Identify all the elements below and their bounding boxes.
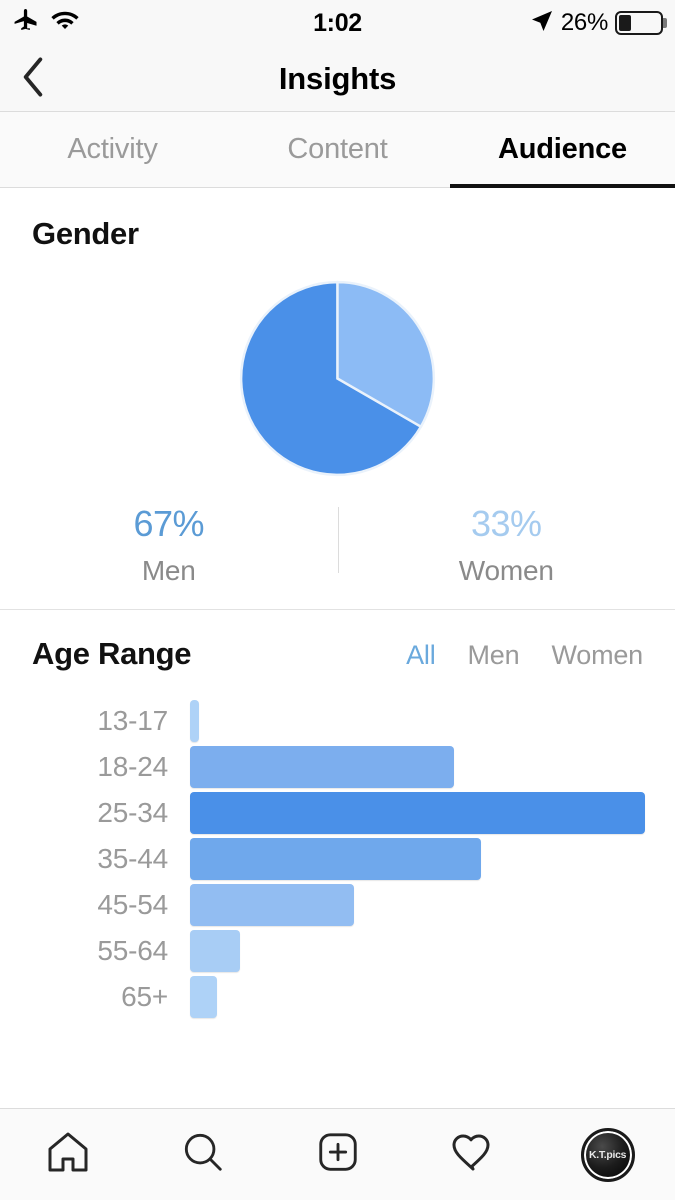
location-arrow-icon (530, 9, 554, 38)
battery-percent-label: 26% (560, 9, 608, 36)
age-bar-fill (190, 976, 218, 1018)
age-bar-fill (190, 884, 354, 926)
gender-legend-divider (337, 507, 339, 573)
age-bar-label: 55-64 (97, 935, 168, 966)
nav-activity-button[interactable] (405, 1128, 540, 1181)
age-bar-fill (190, 746, 454, 788)
chevron-left-icon (18, 55, 48, 104)
gender-women-label: Women (458, 555, 554, 586)
tab-activity[interactable]: Activity (0, 112, 225, 187)
back-button[interactable] (18, 46, 78, 112)
nav-profile-button[interactable]: K.T.pics (540, 1127, 675, 1182)
gender-section-header: Gender (0, 216, 675, 252)
gender-women-percent: 33% (470, 503, 542, 544)
tab-activity-label: Activity (67, 133, 158, 165)
age-bar-label: 25-34 (97, 797, 168, 828)
search-icon (180, 1129, 226, 1180)
age-bar-label: 65+ (121, 981, 168, 1012)
avatar-label: K.T.pics (588, 1148, 627, 1161)
age-bar-track (190, 928, 645, 974)
age-bar-fill (190, 792, 645, 834)
age-bar-row: 35-44 (0, 836, 645, 882)
age-bar-row: 45-54 (0, 882, 645, 928)
profile-avatar: K.T.pics (580, 1127, 635, 1182)
age-range-section: Age Range All Men Women 13-17 18-24 25-34 3… (0, 610, 675, 1040)
age-filter-women[interactable]: Women (551, 640, 643, 671)
age-bar-track (190, 836, 645, 882)
gender-legend: 67% Men 33% Women (0, 503, 675, 587)
age-bar-fill (190, 838, 482, 880)
age-bar-label: 13-17 (97, 705, 168, 736)
gender-legend-women: 33% Women (338, 503, 675, 587)
gender-men-label: Men (141, 555, 196, 586)
status-bar-right: 26% (530, 0, 667, 46)
status-bar-time: 1:02 (313, 8, 362, 37)
instagram-insights-screen: 1:02 26% Insights Activity Content Audie… (0, 0, 675, 1200)
age-bar-track (190, 882, 645, 928)
age-bar-fill (190, 700, 200, 742)
age-bar-row: 65+ (0, 974, 645, 1020)
age-bar-track (190, 744, 645, 790)
age-bar-row: 18-24 (0, 744, 645, 790)
gender-legend-men: 67% Men (0, 503, 338, 587)
age-bar-label: 35-44 (97, 843, 168, 874)
gender-section: Gender 67% Men 33% Women (0, 188, 675, 609)
age-bar-track (190, 974, 645, 1020)
add-post-icon (315, 1129, 361, 1180)
age-bar-row: 55-64 (0, 928, 645, 974)
gender-pie-svg (239, 280, 436, 476)
insights-tab-bar: Activity Content Audience (0, 112, 675, 188)
age-bar-row: 13-17 (0, 698, 645, 744)
bottom-nav-bar: K.T.pics (0, 1108, 675, 1200)
age-bar-row: 25-34 (0, 790, 645, 836)
tab-content[interactable]: Content (225, 112, 450, 187)
nav-home-button[interactable] (0, 1128, 135, 1181)
age-filter-men[interactable]: Men (468, 640, 520, 671)
home-icon (44, 1128, 92, 1181)
age-range-filters: All Men Women (406, 640, 643, 671)
heart-icon (449, 1128, 497, 1181)
gender-title: Gender (32, 216, 139, 251)
nav-bar: Insights (0, 46, 675, 112)
age-bar-track (190, 790, 645, 836)
tab-audience[interactable]: Audience (450, 112, 675, 188)
age-bar-label: 18-24 (97, 751, 168, 782)
age-range-title: Age Range (32, 636, 192, 671)
nav-add-post-button[interactable] (270, 1129, 405, 1180)
page-title: Insights (278, 60, 397, 96)
gender-men-percent: 67% (133, 503, 205, 544)
tab-content-label: Content (287, 133, 388, 165)
gender-pie-chart (0, 276, 675, 481)
battery-icon (615, 11, 667, 35)
audience-content: Gender 67% Men 33% Women Age Range All M… (0, 188, 675, 1108)
nav-search-button[interactable] (135, 1129, 270, 1180)
tab-audience-label: Audience (498, 133, 627, 165)
age-bar-fill (190, 930, 241, 972)
age-bar-track (190, 698, 645, 744)
age-bar-label: 45-54 (97, 889, 168, 920)
age-range-bar-chart: 13-17 18-24 25-34 35-44 45-54 55-64 65+ (0, 698, 675, 1020)
status-bar: 1:02 26% (0, 0, 675, 46)
age-filter-all[interactable]: All (406, 640, 436, 671)
age-range-header: Age Range All Men Women (0, 636, 675, 672)
